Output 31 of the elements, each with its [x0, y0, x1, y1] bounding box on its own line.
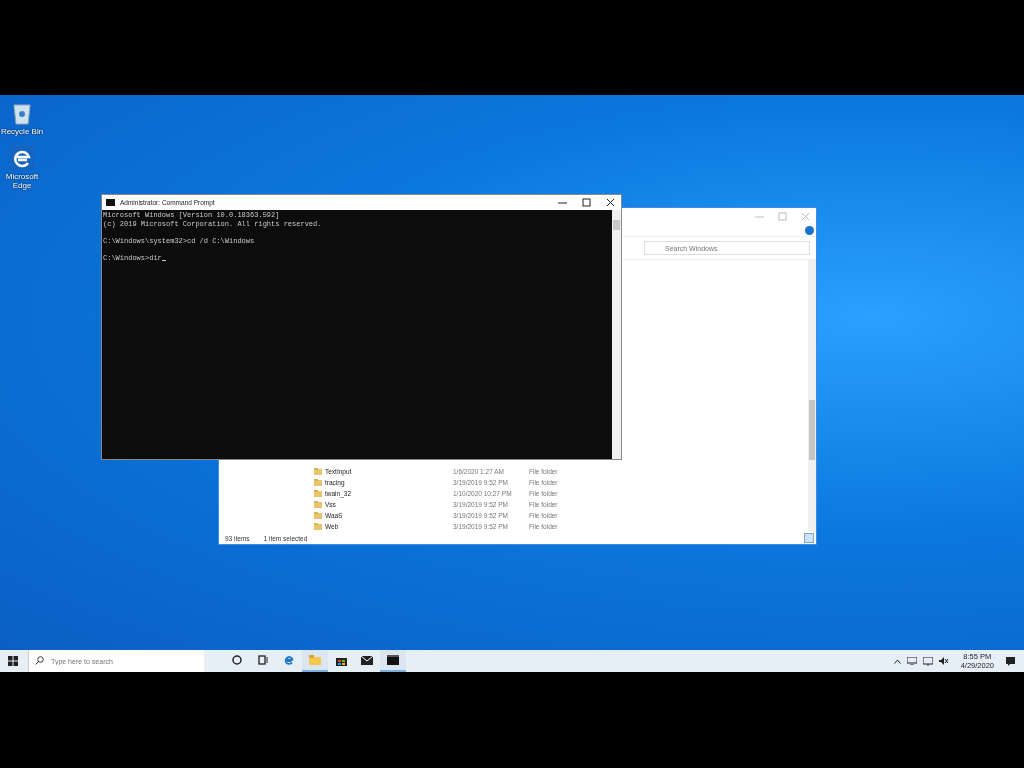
browser-icon[interactable]	[10, 146, 34, 170]
browser-icon	[283, 654, 295, 666]
network-icon[interactable]	[906, 657, 917, 665]
scrollbar[interactable]	[808, 260, 816, 532]
text-cursor	[161, 259, 166, 261]
circle-icon	[232, 655, 242, 665]
recycle-bin-icon[interactable]	[11, 101, 33, 125]
folder-icon	[314, 523, 322, 530]
folder-icon	[314, 490, 322, 497]
desktop-icon-label[interactable]: Recycle Bin	[0, 127, 44, 136]
task-view-icon	[257, 655, 269, 665]
monitor-icon[interactable]	[922, 656, 933, 666]
start-icon[interactable]	[8, 656, 18, 666]
close-button[interactable]	[606, 198, 615, 207]
speaker-mute-icon[interactable]	[938, 657, 949, 665]
folder-icon	[314, 512, 322, 519]
chevron-up-icon[interactable]	[893, 658, 901, 664]
folder-icon	[314, 468, 322, 475]
maximize-button[interactable]	[582, 198, 591, 207]
help-icon[interactable]	[805, 225, 814, 235]
notification-icon[interactable]	[1006, 656, 1016, 666]
scrollbar[interactable]	[612, 210, 621, 459]
folder-icon	[309, 655, 321, 665]
folder-icon	[314, 479, 322, 486]
taskbar-app-button[interactable]	[380, 650, 406, 672]
search-icon	[35, 656, 44, 665]
terminal-icon	[387, 655, 399, 665]
desktop-icon-label[interactable]: Microsoft Edge	[0, 172, 44, 190]
terminal-icon	[106, 199, 115, 206]
folder-icon	[314, 501, 322, 508]
mail-icon	[361, 655, 373, 665]
